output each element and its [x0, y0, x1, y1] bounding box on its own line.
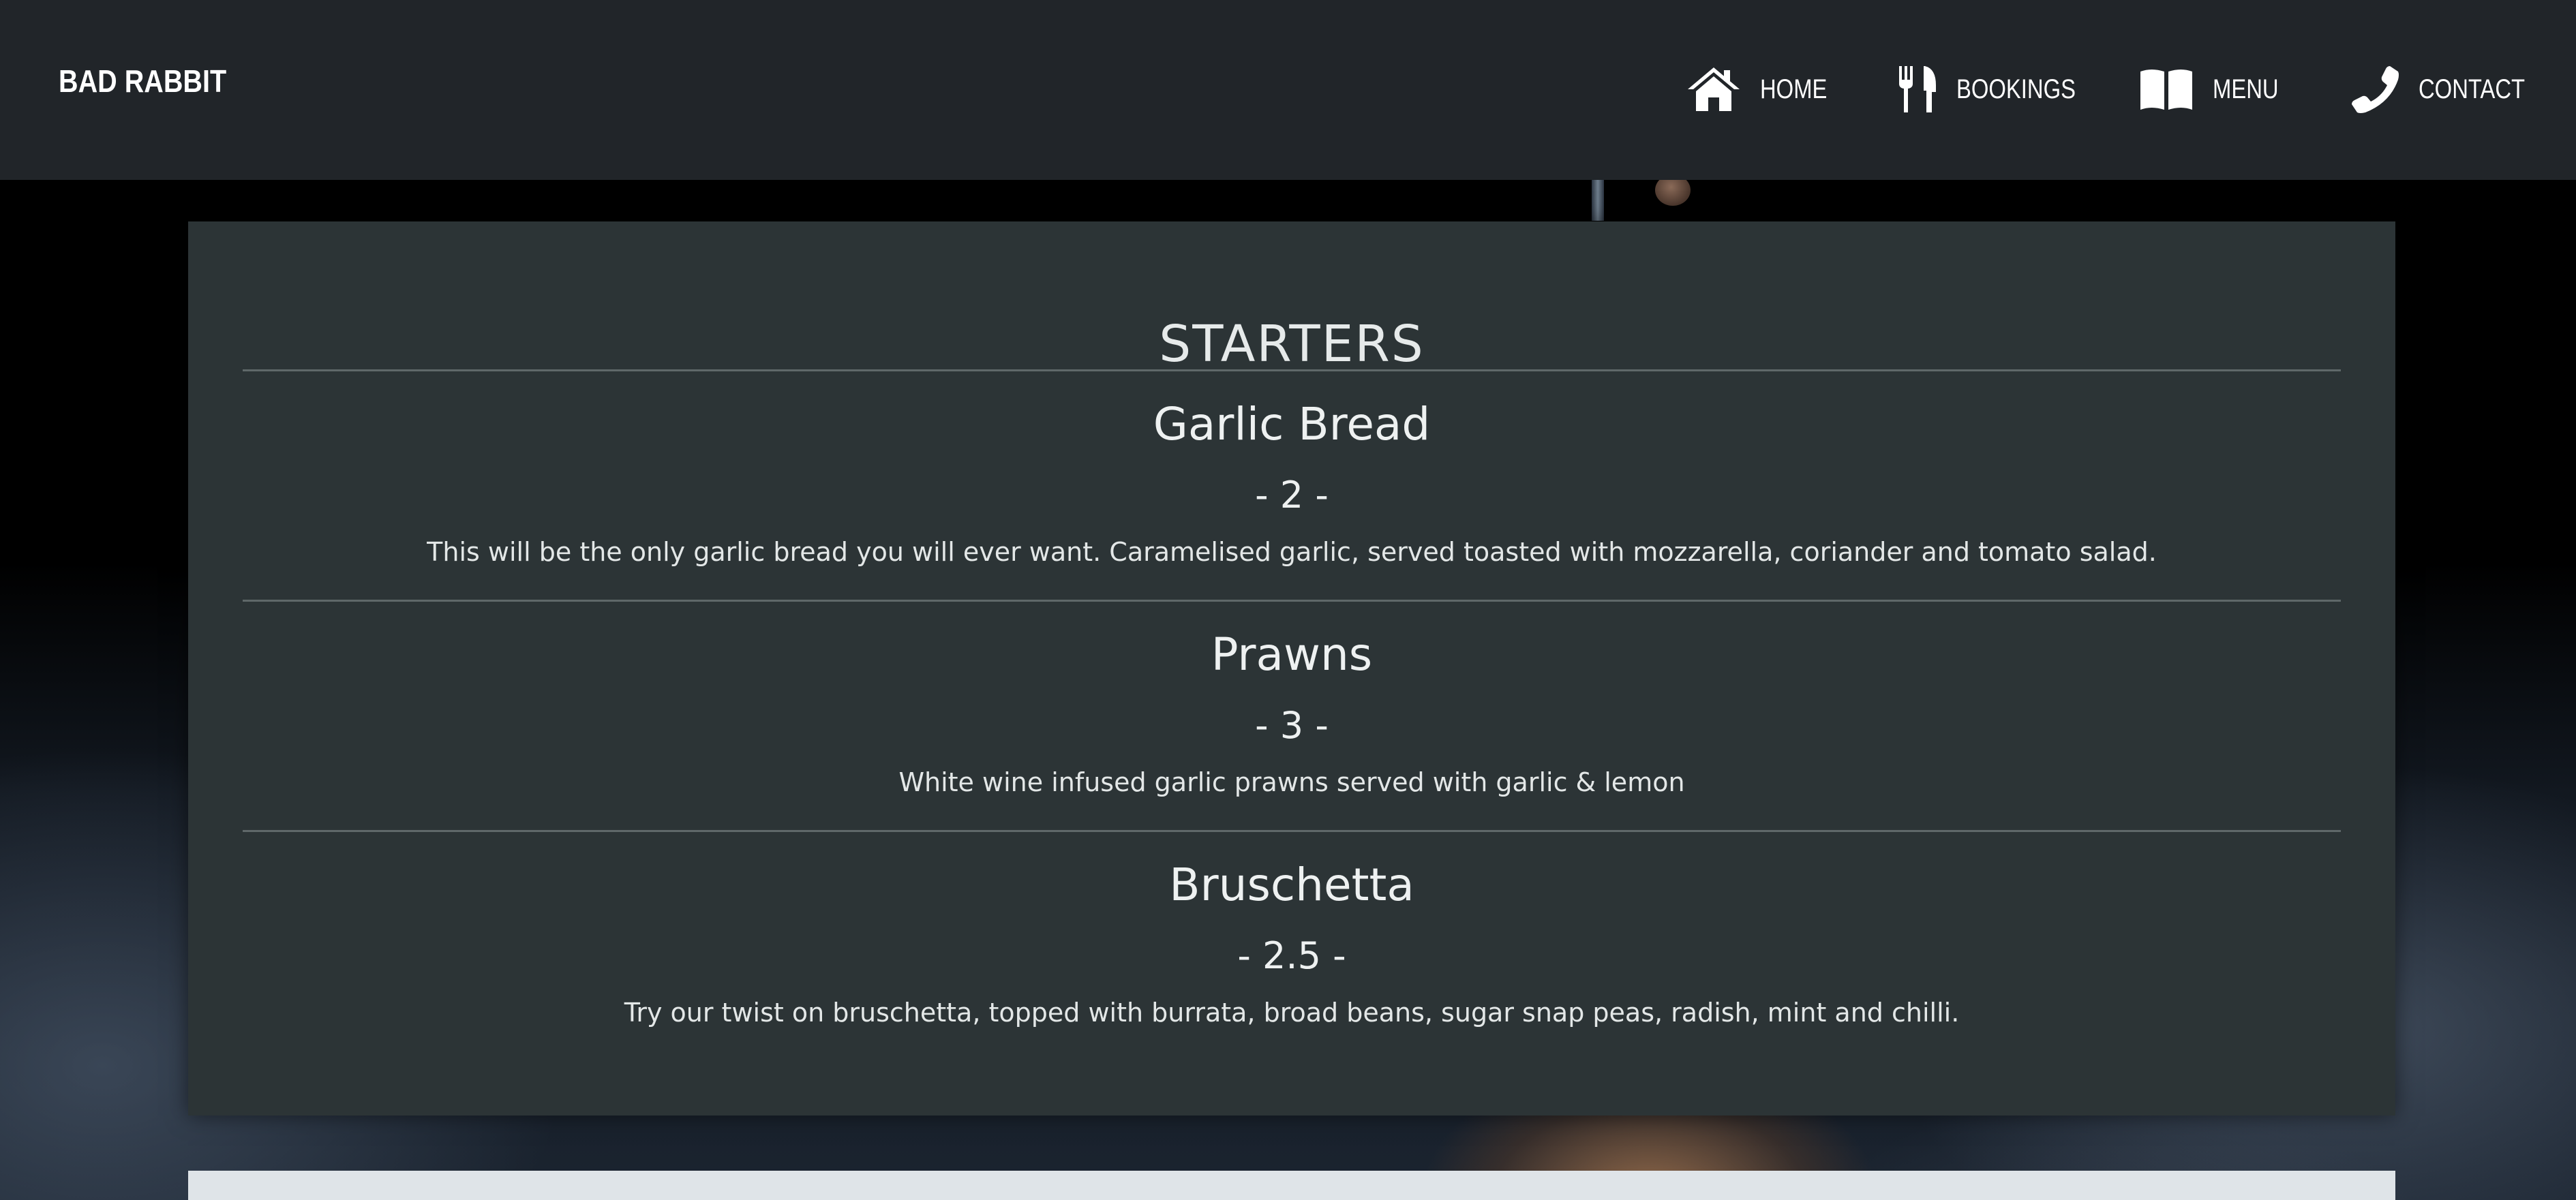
menu-item-description: Try our twist on bruschetta, topped with…: [624, 998, 1960, 1028]
divider: [243, 369, 2341, 371]
top-navbar: BAD RABBIT HOME BOOKINGS MENU CONTACT: [0, 0, 2576, 180]
divider: [243, 830, 2341, 832]
nav-bookings-label: BOOKINGS: [1956, 74, 2076, 104]
menu-item-description: White wine infused garlic prawns served …: [898, 767, 1685, 797]
book-icon: [2140, 70, 2192, 110]
home-icon: [1688, 67, 1740, 111]
nav-menu-link[interactable]: MENU: [2139, 65, 2293, 113]
nav-menu-label: MENU: [2213, 74, 2279, 104]
nav-home-link[interactable]: HOME: [1686, 65, 1842, 113]
menu-item-name: Garlic Bread: [1153, 398, 1431, 450]
nav-bookings-link[interactable]: BOOKINGS: [1898, 65, 2102, 113]
menu-card-starters: STARTERS Garlic Bread - 2 - This will be…: [188, 221, 2395, 1116]
utensils-icon: [1899, 66, 1936, 112]
background-detail: [1592, 180, 1604, 221]
menu-item-price: - 2 -: [1255, 474, 1329, 517]
nav-contact-link[interactable]: CONTACT: [2350, 65, 2548, 113]
nav-contact-label: CONTACT: [2419, 74, 2526, 104]
brand-logo[interactable]: BAD RABBIT: [59, 63, 226, 99]
nav-home-label: HOME: [1760, 74, 1828, 104]
menu-item-name: Prawns: [1211, 628, 1373, 681]
next-section-panel: [188, 1171, 2395, 1200]
menu-item-price: - 3 -: [1255, 704, 1329, 747]
section-title: STARTERS: [1159, 315, 1425, 374]
menu-item-price: - 2.5 -: [1237, 934, 1346, 977]
menu-item-description: This will be the only garlic bread you w…: [427, 537, 2157, 567]
divider: [243, 600, 2341, 602]
menu-item-name: Bruschetta: [1169, 859, 1414, 911]
phone-icon: [2352, 66, 2399, 113]
